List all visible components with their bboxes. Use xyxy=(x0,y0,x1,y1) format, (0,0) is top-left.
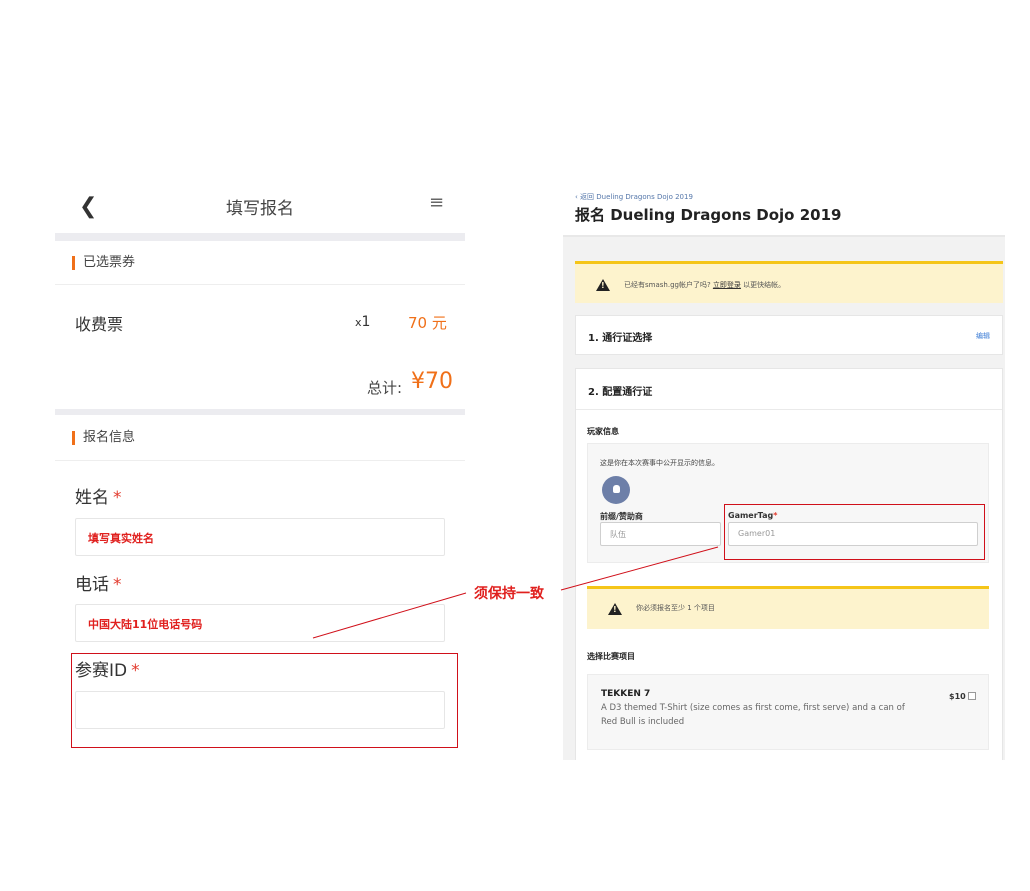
connector-line-right xyxy=(560,546,719,591)
annotation-callout: 须保持一致 xyxy=(474,586,544,602)
annotation-connector-lines xyxy=(312,546,719,639)
connector-line-left xyxy=(312,592,467,639)
